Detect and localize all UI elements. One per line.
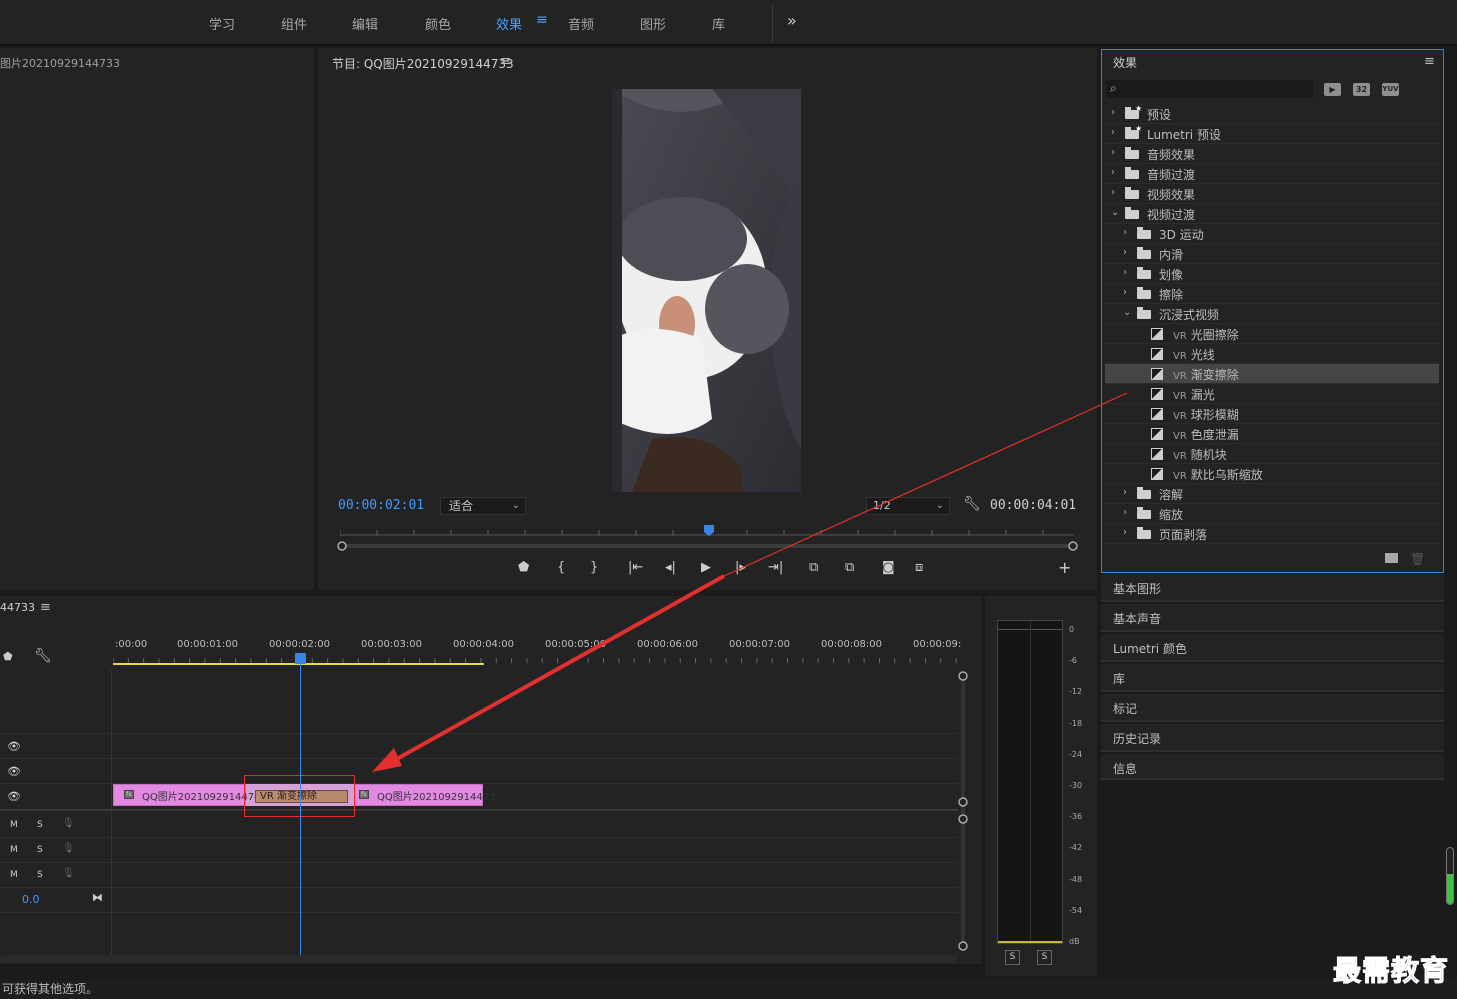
annotation-thin-line [723, 392, 1128, 577]
status-bar: 可获得其他选项。 [0, 980, 1457, 999]
annotation-arrow-layer [372, 392, 1128, 772]
annotation-arrow-line [394, 574, 725, 762]
annotation-arrow-head [372, 748, 402, 772]
watermark-logo: 最需教育 [1332, 954, 1450, 988]
